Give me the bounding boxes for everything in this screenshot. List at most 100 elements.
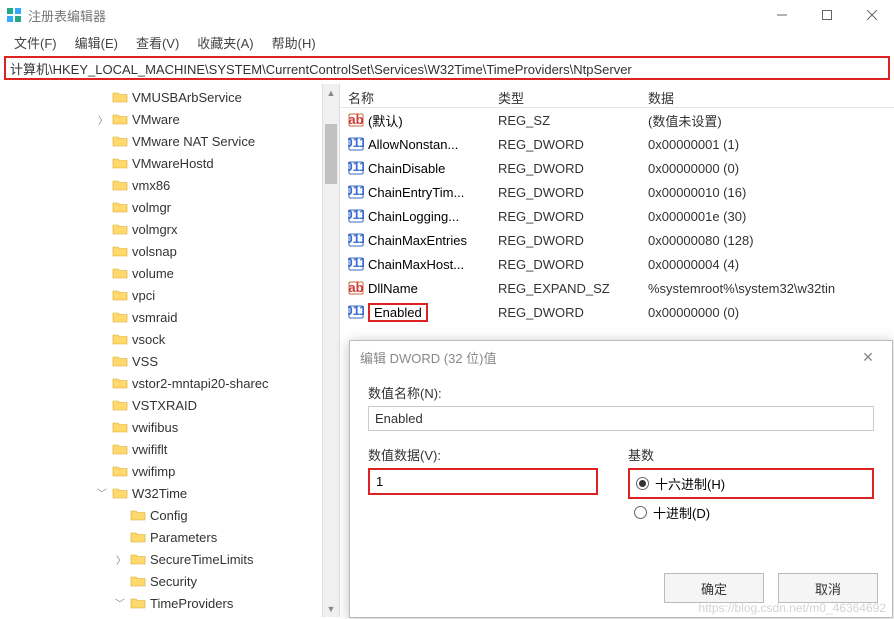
- svg-text:011: 011: [348, 304, 364, 318]
- value-row[interactable]: abDllNameREG_EXPAND_SZ%systemroot%\syste…: [340, 276, 894, 300]
- menu-help[interactable]: 帮助(H): [264, 31, 324, 54]
- value-row[interactable]: ab(默认)REG_SZ(数值未设置): [340, 108, 894, 132]
- value-row[interactable]: 011ChainDisableREG_DWORD0x00000000 (0): [340, 156, 894, 180]
- tree-item-label: SecureTimeLimits: [150, 552, 254, 567]
- value-name: ChainMaxHost...: [368, 257, 464, 272]
- expander-placeholder: [114, 530, 128, 544]
- tree-item-label: TimeProviders: [150, 596, 233, 611]
- expander-placeholder: [96, 200, 110, 214]
- tree-item[interactable]: Security: [0, 570, 339, 592]
- tree-item[interactable]: 〉VMware: [0, 108, 339, 130]
- scroll-up-icon[interactable]: ▲: [323, 84, 339, 101]
- chevron-right-icon[interactable]: 〉: [114, 552, 128, 566]
- tree-item[interactable]: VMwareHostd: [0, 152, 339, 174]
- col-type[interactable]: 类型: [490, 84, 640, 107]
- value-row[interactable]: 011ChainMaxHost...REG_DWORD0x00000004 (4…: [340, 252, 894, 276]
- address-bar[interactable]: 计算机\HKEY_LOCAL_MACHINE\SYSTEM\CurrentCon…: [4, 56, 890, 80]
- tree-item-label: vsmraid: [132, 310, 178, 325]
- value-data: 0x00000004 (4): [640, 257, 894, 272]
- tree-item-label: vwifibus: [132, 420, 178, 435]
- tree-item[interactable]: 〉 SecureTimeLimits: [0, 548, 339, 570]
- expander-placeholder: [114, 508, 128, 522]
- tree-item[interactable]: volume: [0, 262, 339, 284]
- value-type: REG_DWORD: [490, 233, 640, 248]
- watermark: https://blog.csdn.net/m0_46364692: [699, 601, 886, 615]
- chevron-down-icon[interactable]: 〉: [96, 486, 110, 500]
- tree-item-label: volume: [132, 266, 174, 281]
- chevron-down-icon[interactable]: 〉: [114, 596, 128, 610]
- tree-item-label: W32Time: [132, 486, 187, 501]
- tree-item[interactable]: vsmraid: [0, 306, 339, 328]
- value-type: REG_DWORD: [490, 209, 640, 224]
- col-name[interactable]: 名称: [340, 84, 490, 107]
- tree-item-label: vpci: [132, 288, 155, 303]
- tree-item[interactable]: 〉 TimeProviders: [0, 592, 339, 614]
- list-body: ab(默认)REG_SZ(数值未设置)011AllowNonstan...REG…: [340, 108, 894, 324]
- value-name: (默认): [368, 111, 403, 130]
- tree-item[interactable]: vpci: [0, 284, 339, 306]
- menu-edit[interactable]: 编辑(E): [67, 31, 126, 54]
- value-type: REG_DWORD: [490, 257, 640, 272]
- tree-item[interactable]: vwifibus: [0, 416, 339, 438]
- edit-dword-dialog: 编辑 DWORD (32 位)值 ✕ 数值名称(N): Enabled 数值数据…: [349, 340, 893, 618]
- scroll-thumb[interactable]: [325, 124, 337, 184]
- tree-scrollbar[interactable]: ▲ ▼: [322, 84, 339, 617]
- cancel-button[interactable]: 取消: [778, 573, 878, 603]
- tree-item[interactable]: Config: [0, 504, 339, 526]
- expander-placeholder: [96, 266, 110, 280]
- ok-button[interactable]: 确定: [664, 573, 764, 603]
- menu-favorites[interactable]: 收藏夹(A): [189, 31, 261, 54]
- tree-item[interactable]: vsock: [0, 328, 339, 350]
- close-button[interactable]: [849, 0, 894, 30]
- maximize-button[interactable]: [804, 0, 849, 30]
- menu-view[interactable]: 查看(V): [128, 31, 187, 54]
- tree-item[interactable]: volmgrx: [0, 218, 339, 240]
- tree-item[interactable]: vstor2-mntapi20-sharec: [0, 372, 339, 394]
- address-text: 计算机\HKEY_LOCAL_MACHINE\SYSTEM\CurrentCon…: [10, 59, 632, 78]
- expander-placeholder: [96, 420, 110, 434]
- value-type: REG_DWORD: [490, 185, 640, 200]
- radio-dec[interactable]: 十进制(D): [628, 499, 874, 526]
- value-row[interactable]: 011AllowNonstan...REG_DWORD0x00000001 (1…: [340, 132, 894, 156]
- tree-item[interactable]: volmgr: [0, 196, 339, 218]
- expander-placeholder: [96, 310, 110, 324]
- tree-item[interactable]: vmx86: [0, 174, 339, 196]
- tree-item-label: VMUSBArbService: [132, 90, 242, 105]
- expander-placeholder: [96, 332, 110, 346]
- tree-item[interactable]: Parameters: [0, 526, 339, 548]
- expander-placeholder: [96, 244, 110, 258]
- value-row[interactable]: 011ChainEntryTim...REG_DWORD0x00000010 (…: [340, 180, 894, 204]
- menu-file[interactable]: 文件(F): [6, 31, 65, 54]
- tree-item-label: VMwareHostd: [132, 156, 214, 171]
- tree-item[interactable]: volsnap: [0, 240, 339, 262]
- tree-item[interactable]: vwifimp: [0, 460, 339, 482]
- tree-item-label: vwifimp: [132, 464, 175, 479]
- tree-item[interactable]: vwififlt: [0, 438, 339, 460]
- dialog-titlebar[interactable]: 编辑 DWORD (32 位)值 ✕: [350, 341, 892, 373]
- scroll-down-icon[interactable]: ▼: [323, 600, 339, 617]
- minimize-button[interactable]: [759, 0, 804, 30]
- col-data[interactable]: 数据: [640, 84, 894, 107]
- value-name-field[interactable]: Enabled: [368, 406, 874, 431]
- dialog-close-button[interactable]: ✕: [854, 343, 882, 371]
- tree-item[interactable]: 〉 W32Time: [0, 482, 339, 504]
- value-data: (数值未设置): [640, 111, 894, 130]
- value-data: 0x00000080 (128): [640, 233, 894, 248]
- tree-item[interactable]: VMUSBArbService: [0, 86, 339, 108]
- svg-text:011: 011: [348, 208, 364, 222]
- window-title: 注册表编辑器: [28, 6, 759, 25]
- chevron-right-icon[interactable]: 〉: [96, 112, 110, 126]
- value-row[interactable]: 011ChainMaxEntriesREG_DWORD0x00000080 (1…: [340, 228, 894, 252]
- value-data-input[interactable]: 1: [368, 468, 598, 495]
- value-row[interactable]: 011ChainLogging...REG_DWORD0x0000001e (3…: [340, 204, 894, 228]
- radio-hex-label: 十六进制(H): [655, 474, 725, 493]
- tree-item[interactable]: VMware NAT Service: [0, 130, 339, 152]
- tree-item[interactable]: VSTXRAID: [0, 394, 339, 416]
- tree-item-label: Config: [150, 508, 188, 523]
- app-icon: [6, 7, 22, 23]
- tree-item[interactable]: VSS: [0, 350, 339, 372]
- radio-hex[interactable]: 十六进制(H): [628, 468, 874, 499]
- expander-placeholder: [96, 178, 110, 192]
- value-row[interactable]: 011EnabledREG_DWORD0x00000000 (0): [340, 300, 894, 324]
- registry-tree[interactable]: VMUSBArbService 〉VMwareVMware NAT Service…: [0, 84, 339, 614]
